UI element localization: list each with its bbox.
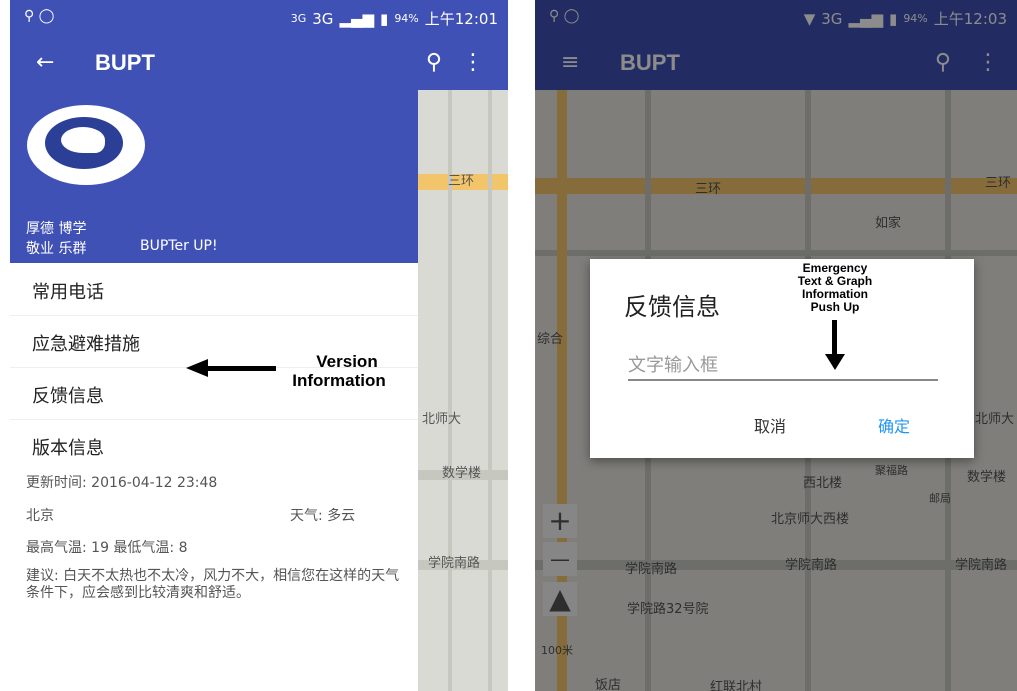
update-time: 更新时间: 2016-04-12 23:48 [26,475,218,491]
drawer-item-label: 应急避难措施 [32,334,140,355]
weather-advice: 建议: 白天不太热也不太冷，风力不大，相信您在这样的天气条件下，应会感到比较清爽… [26,568,400,601]
map-background[interactable]: 三环 北师大 数学楼 学院南路 [418,90,508,691]
arrow-shaft [832,320,837,356]
annotation-line: Information [292,371,386,390]
drawer-item-label: 常用电话 [32,282,104,303]
app-title: BUPT [95,50,155,75]
drawer-item-phones[interactable]: 常用电话 [10,264,418,316]
navigation-drawer: 厚德 博学 敬业 乐群 BUPTer UP! 常用电话 应急避难措施 反馈信息 … [10,90,418,691]
status-bar: ⚲ ◯ 3G 3G ▂▄▆ ▮ 94% 上午12:01 [10,0,508,36]
signal-icon: ▂▄▆ [339,9,375,28]
annotation-line: Version [316,352,378,371]
drawer-item-label: 反馈信息 [32,386,104,407]
map-label: 北师大 [422,412,462,427]
phone-screen-left: ⚲ ◯ 3G 3G ▂▄▆ ▮ 94% 上午12:01 ← BUPT ⚲ ⋮ 三… [10,0,508,691]
back-arrow-icon[interactable]: ← [36,50,54,75]
annotation-version: Version Information [292,352,402,390]
status-left-icons: ⚲ ◯ [24,8,55,24]
slogan-line-2: 敬业 乐群 [26,241,87,257]
arrow-head [186,359,208,377]
clock: 上午12:01 [424,10,498,28]
dialog-title: 反馈信息 [624,293,720,321]
annotation-arrow-down [825,320,845,370]
status-right: 3G 3G ▂▄▆ ▮ 94% 上午12:01 [291,8,498,29]
arrow-head [825,354,845,370]
network-small-label: 3G [290,12,307,25]
battery-icon: ▮ [380,9,389,28]
battery-level: 94% [394,12,419,25]
city-name: 北京 [26,508,54,524]
drawer-item-version[interactable]: 版本信息 [10,420,418,471]
map-label: 三环 [448,174,475,189]
arrow-shaft [206,366,276,371]
feedback-text-input[interactable]: 文字输入框 [628,351,938,381]
confirm-button[interactable]: 确定 [878,413,910,437]
weather-status: 天气: 多云 [290,508,356,524]
drawer-header: 厚德 博学 敬业 乐群 BUPTer UP! [10,90,418,263]
bupt-logo [24,102,148,188]
map-label: 学院南路 [428,556,481,571]
annotation-line: Push Up [810,300,860,314]
network-type: 3G [312,9,334,28]
app-bar: ← BUPT ⚲ ⋮ [10,36,508,90]
drawer-item-label: 版本信息 [32,438,104,459]
annotation-arrow-left [186,359,276,377]
temperature-range: 最高气温: 19 最低气温: 8 [26,540,188,556]
map-label: 数学楼 [442,466,482,481]
slogan-line-1: 厚德 博学 [26,221,87,237]
cancel-button[interactable]: 取消 [754,413,786,437]
map-street [488,90,492,691]
annotation-emergency: Emergency Text & Graph Information Push … [771,262,899,314]
search-icon[interactable]: ⚲ [426,50,442,75]
phone-screen-right: ⚲ ◯ ▼ 3G ▂▄▆ ▮ 94% 上午12:03 ≡ BUPT ⚲ ⋮ 三环… [535,0,1017,691]
logo-bird-icon [61,127,105,153]
slogan-tag: BUPTer UP! [140,238,218,254]
overflow-menu-icon[interactable]: ⋮ [462,50,484,75]
